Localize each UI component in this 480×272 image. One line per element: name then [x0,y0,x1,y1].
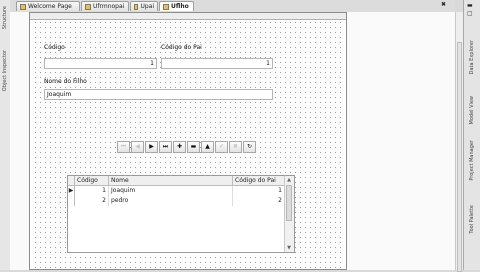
cell-codigo-pai[interactable]: 1 [233,186,285,196]
row-indicator: ▶ [68,186,75,196]
tab-uflho[interactable]: Uflho [159,1,194,11]
data-grid[interactable]: Código Nome Código do Pai ▶ 1 Joaquim 1 … [67,175,295,253]
minimize-icon[interactable]: ▬ [467,2,473,9]
designer-scrollbar[interactable] [455,12,463,272]
right-dock-item-model-view[interactable]: Model View [469,96,475,124]
left-dock-item-object-inspector[interactable]: Object Inspector [2,50,8,91]
right-dock-item-project-manager[interactable]: Project Manager [469,140,475,181]
column-header-nome[interactable]: Nome [109,176,233,185]
codigo-pai-label: Código do Pai [161,44,202,51]
tab-label: Upai [140,3,154,10]
cell-nome[interactable]: Joaquim [109,186,233,196]
codigo-label: Código [44,44,65,51]
tab-upai[interactable]: Upai [130,1,158,11]
right-dock-panel: ▬ ▢ Data Explorer Model View Project Man… [463,0,480,270]
refresh-icon[interactable]: ↻ [243,141,256,153]
table-row[interactable]: ▶ 1 Joaquim 1 [68,186,285,196]
scroll-thumb[interactable] [286,185,292,221]
cell-codigo[interactable]: 1 [75,186,109,196]
tab-label: Ufrmnopai [93,3,125,10]
nome-filho-field[interactable]: Joaquim [44,89,273,100]
tab-label: Uflho [171,3,189,10]
cell-codigo-pai[interactable]: 2 [233,196,285,206]
designer-scroll-thumb[interactable] [457,42,462,272]
unit-icon [85,3,91,10]
codigo-field[interactable]: 1 [44,58,157,69]
unit-icon [134,3,139,10]
right-dock-item-tool-palette[interactable]: Tool Palette [469,205,475,234]
maximize-icon[interactable]: ▢ [467,10,473,17]
post-icon[interactable]: ✔ [215,141,228,153]
edit-icon[interactable]: ▲ [201,141,214,153]
insert-icon[interactable]: ✚ [173,141,186,153]
column-header-codigo[interactable]: Código [75,176,109,185]
grid-header: Código Nome Código do Pai [68,176,285,186]
table-row[interactable]: 2 pedro 2 [68,196,285,206]
scroll-up-icon[interactable]: ▲ [285,176,293,184]
row-indicator [68,196,75,206]
db-navigator: ⏮ ◀ ▶ ⏭ ✚ ▬ ▲ ✔ ✖ ↻ [117,141,256,153]
cell-nome[interactable]: pedro [109,196,233,206]
prior-icon[interactable]: ◀ [131,141,144,153]
last-icon[interactable]: ⏭ [159,141,172,153]
right-dock-item-data-explorer[interactable]: Data Explorer [469,40,475,74]
grid-scrollbar[interactable]: ▲ ▼ [284,176,294,252]
nome-filho-label: Nome do Filho [44,78,87,85]
cancel-icon[interactable]: ✖ [229,141,242,153]
scroll-down-icon[interactable]: ▼ [285,244,293,252]
form-title-bar [30,13,346,20]
unit-icon [163,3,169,10]
indicator-header [68,176,75,185]
first-icon[interactable]: ⏮ [117,141,130,153]
tab-welcome-page[interactable]: Welcome Page [16,1,80,11]
codigo-pai-field[interactable]: 1 [161,58,273,69]
page-icon [20,3,26,10]
delete-icon[interactable]: ▬ [187,141,200,153]
tab-label: Welcome Page [28,3,72,10]
column-header-codigo-pai[interactable]: Código do Pai [233,176,285,185]
cell-codigo[interactable]: 2 [75,196,109,206]
next-icon[interactable]: ▶ [145,141,158,153]
tab-ufrmnopai[interactable]: Ufrmnopai [81,1,129,11]
close-editor-icon[interactable]: ✖ [441,1,446,8]
left-dock-item-structure[interactable]: Structure [2,6,8,29]
